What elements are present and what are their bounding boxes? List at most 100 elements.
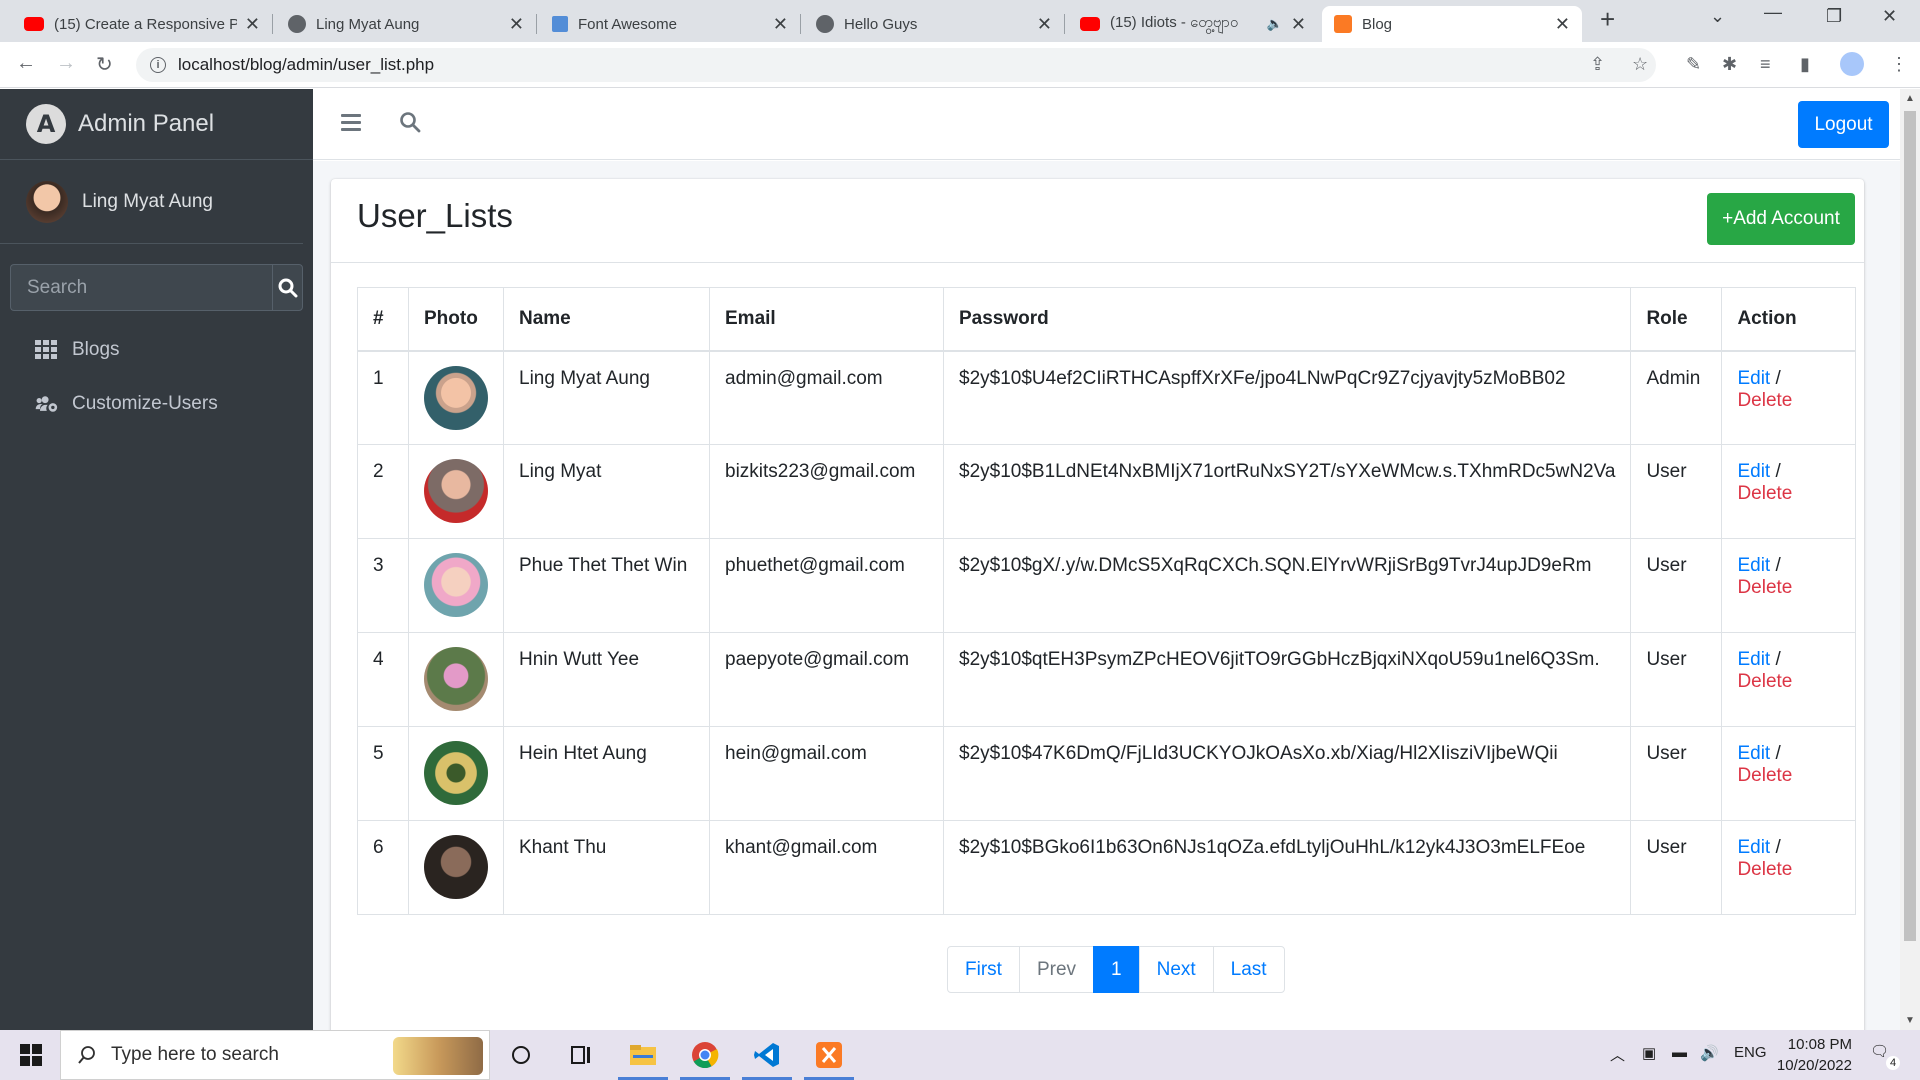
tray-overflow-icon[interactable]: ︿ — [1610, 1044, 1625, 1065]
extensions-puzzle-icon[interactable]: ✱ — [1722, 54, 1737, 75]
browser-tab-active[interactable]: Blog ✕ — [1322, 6, 1582, 42]
globe-icon — [288, 15, 306, 33]
taskbar-search[interactable]: Type here to search — [60, 1030, 490, 1080]
speaker-icon[interactable]: 🔈 — [1267, 16, 1283, 32]
bookmark-star-icon[interactable]: ☆ — [1632, 54, 1648, 75]
photo-cell — [408, 538, 504, 633]
share-icon[interactable]: ⇪ — [1590, 54, 1605, 75]
delete-link[interactable]: Delete — [1737, 577, 1792, 598]
page-last-link[interactable]: Last — [1212, 946, 1285, 993]
close-tab-icon[interactable]: ✕ — [245, 14, 260, 35]
file-explorer-icon[interactable] — [628, 1040, 658, 1070]
delete-link[interactable]: Delete — [1737, 390, 1792, 411]
task-view-icon[interactable] — [566, 1040, 596, 1070]
hamburger-menu-icon[interactable] — [341, 114, 361, 135]
close-tab-icon[interactable]: ✕ — [1291, 14, 1306, 35]
close-tab-icon[interactable]: ✕ — [773, 14, 788, 35]
clock[interactable]: 10:08 PM 10/20/2022 — [1752, 1034, 1852, 1076]
side-panel-icon[interactable]: ▮ — [1800, 54, 1810, 75]
forward-icon[interactable]: → — [56, 52, 76, 75]
edit-link[interactable]: Edit — [1737, 743, 1770, 764]
sidebar-search-input[interactable] — [10, 264, 272, 311]
navbar-search-icon[interactable] — [399, 111, 421, 138]
user-avatar — [26, 180, 68, 223]
scroll-up-icon[interactable]: ▲ — [1905, 93, 1915, 104]
search-icon — [78, 1046, 95, 1064]
close-window-icon[interactable]: ✕ — [1882, 6, 1897, 27]
minimize-icon[interactable]: — — [1764, 2, 1782, 23]
edit-link[interactable]: Edit — [1737, 837, 1770, 858]
page-current[interactable]: 1 — [1093, 946, 1140, 993]
notification-count-badge: 4 — [1886, 1056, 1900, 1070]
page-prev-link[interactable]: Prev — [1018, 946, 1095, 993]
notification-icon[interactable]: 🗨 — [1870, 1042, 1889, 1060]
close-tab-icon[interactable]: ✕ — [1037, 14, 1052, 35]
user-name: Ling Myat Aung — [82, 190, 213, 212]
xampp-icon[interactable] — [814, 1040, 844, 1070]
sidebar-item-customize-users[interactable]: Customize-Users — [0, 377, 313, 431]
battery-icon[interactable]: ▬ — [1672, 1044, 1687, 1061]
close-tab-icon[interactable]: ✕ — [1555, 14, 1570, 35]
delete-link[interactable]: Delete — [1737, 483, 1792, 504]
meet-now-icon[interactable]: ▣ — [1642, 1044, 1656, 1062]
new-tab-icon[interactable]: + — [1600, 4, 1615, 35]
profile-avatar[interactable] — [1840, 52, 1864, 76]
scroll-down-icon[interactable]: ▼ — [1905, 1015, 1915, 1026]
browser-tab[interactable]: Font Awesome ✕ — [540, 6, 800, 42]
photo-cell — [408, 444, 504, 539]
reload-icon[interactable]: ↻ — [96, 52, 113, 77]
page-scrollbar[interactable]: ▲ ▼ — [1900, 89, 1920, 1030]
maximize-icon[interactable]: ❐ — [1826, 6, 1842, 27]
delete-link[interactable]: Delete — [1737, 765, 1792, 786]
xampp-icon — [1334, 15, 1352, 33]
browser-tab-bar: (15) Create a Responsive Pe ✕ Ling Myat … — [0, 0, 1920, 42]
edit-link[interactable]: Edit — [1737, 368, 1770, 389]
windows-start-icon[interactable] — [16, 1040, 46, 1070]
user-role-cell: User — [1630, 820, 1723, 915]
action-cell: Edit / Delete — [1721, 820, 1856, 915]
user-name-cell: Phue Thet Thet Win — [503, 538, 710, 633]
cortana-icon[interactable] — [506, 1040, 536, 1070]
top-navbar: Logout — [313, 89, 1900, 160]
user-name-cell: Ling Myat Aung — [503, 350, 710, 445]
close-tab-icon[interactable]: ✕ — [509, 14, 524, 35]
page-next-link[interactable]: Next — [1138, 946, 1214, 993]
add-account-button[interactable]: +Add Account — [1707, 193, 1855, 245]
tab-search-icon[interactable]: ⌄ — [1710, 6, 1725, 27]
browser-tab[interactable]: (15) Create a Responsive Pe ✕ — [12, 6, 272, 42]
back-icon[interactable]: ← — [16, 52, 36, 75]
logout-button[interactable]: Logout — [1798, 101, 1889, 148]
separator: / — [1775, 555, 1781, 576]
browser-tab[interactable]: Ling Myat Aung ✕ — [276, 6, 536, 42]
row-number: 4 — [357, 632, 409, 727]
extension-pen-icon[interactable]: ✎ — [1686, 54, 1701, 75]
browser-tab[interactable]: Hello Guys ✕ — [804, 6, 1064, 42]
edit-link[interactable]: Edit — [1737, 555, 1770, 576]
brand[interactable]: A Admin Panel — [0, 89, 313, 160]
vscode-icon[interactable] — [752, 1040, 782, 1070]
chrome-icon[interactable] — [690, 1040, 720, 1070]
photo-cell — [408, 726, 504, 821]
edit-link[interactable]: Edit — [1737, 461, 1770, 482]
delete-link[interactable]: Delete — [1737, 859, 1792, 880]
info-icon[interactable]: i — [150, 57, 166, 73]
scroll-thumb[interactable] — [1904, 111, 1916, 941]
sidebar-search-button[interactable] — [272, 264, 303, 311]
globe-icon — [816, 15, 834, 33]
user-name-cell: Hein Htet Aung — [503, 726, 710, 821]
menu-kebab-icon[interactable]: ⋮ — [1890, 54, 1908, 75]
sidebar-item-blogs[interactable]: Blogs — [0, 323, 313, 377]
edit-link[interactable]: Edit — [1737, 649, 1770, 670]
volume-icon[interactable]: 🔊 — [1700, 1044, 1719, 1062]
delete-link[interactable]: Delete — [1737, 671, 1792, 692]
action-cell: Edit / Delete — [1721, 538, 1856, 633]
url-bar[interactable]: i localhost/blog/admin/user_list.php — [136, 48, 1656, 82]
user-panel[interactable]: Ling Myat Aung — [0, 160, 303, 244]
browser-tab[interactable]: (15) Idiots - တွေ့ဗျာဝ 🔈 ✕ — [1068, 6, 1318, 42]
card-header: User_Lists +Add Account — [331, 179, 1864, 263]
media-icon[interactable]: ≡ — [1760, 54, 1771, 75]
user-email-cell: bizkits223@gmail.com — [709, 444, 944, 539]
page-first-link[interactable]: First — [947, 946, 1020, 993]
address-bar: ← → ↻ i localhost/blog/admin/user_list.p… — [0, 42, 1920, 88]
user-role-cell: User — [1630, 632, 1723, 727]
